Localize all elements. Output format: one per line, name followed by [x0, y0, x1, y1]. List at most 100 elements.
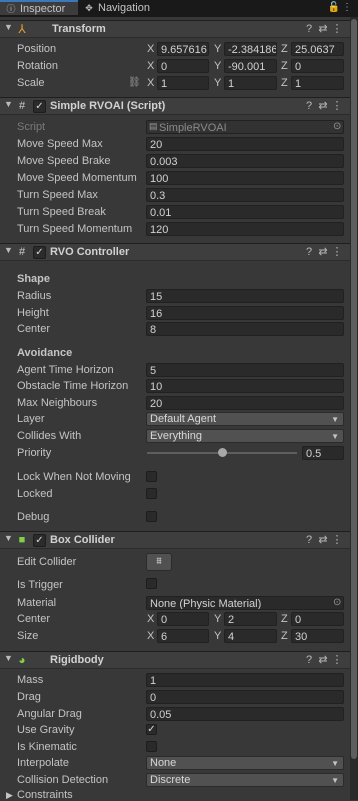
collider-center-z-field[interactable]: 0 [291, 612, 344, 626]
angular-drag-field[interactable]: 0.05 [146, 707, 344, 721]
object-picker-icon[interactable]: ⊙ [333, 121, 341, 132]
rotation-x-field[interactable]: 0 [157, 59, 209, 73]
transform-header[interactable]: ▼ ⅄ Transform ? ⇄ ⋮ [0, 20, 350, 38]
collider-size-x-field[interactable]: 6 [157, 629, 209, 643]
fold-arrow-icon[interactable]: ▼ [4, 22, 13, 32]
position-z-field[interactable]: 25.0637 [291, 42, 344, 56]
navigation-icon: ✥ [85, 3, 93, 13]
center-field[interactable]: 8 [146, 322, 344, 336]
mass-field[interactable]: 1 [146, 673, 344, 687]
turn-speed-momentum-field[interactable]: 120 [146, 222, 344, 236]
collider-center-y-field[interactable]: 2 [224, 612, 277, 626]
help-icon[interactable]: ? [302, 23, 316, 35]
material-field[interactable]: None (Physic Material) [146, 596, 344, 610]
collision-detection-label: Collision Detection [17, 774, 109, 786]
axis-x-label: X [147, 630, 155, 642]
priority-field[interactable]: 0.5 [302, 446, 344, 460]
lock-when-not-moving-checkbox[interactable] [146, 471, 157, 482]
turn-speed-max-field[interactable]: 0.3 [146, 188, 344, 202]
help-icon[interactable]: ? [302, 534, 316, 546]
collider-size-y-field[interactable]: 4 [224, 629, 277, 643]
lock-when-not-moving-label: Lock When Not Moving [17, 471, 131, 483]
drag-field[interactable]: 0 [146, 690, 344, 704]
layer-dropdown[interactable]: Default Agent ▼ [146, 412, 344, 426]
radius-field[interactable]: 15 [146, 289, 344, 303]
more-icon[interactable]: ⋮ [342, 2, 354, 13]
priority-slider-handle[interactable] [217, 448, 227, 457]
help-icon[interactable]: ? [302, 246, 316, 258]
position-x-field[interactable]: 9.657616 [157, 42, 209, 56]
agent-time-horizon-label: Agent Time Horizon [17, 364, 114, 376]
is-kinematic-checkbox[interactable] [146, 741, 157, 752]
max-neighbours-field[interactable]: 20 [146, 396, 344, 410]
scale-z-field[interactable]: 1 [291, 76, 344, 90]
obstacle-time-horizon-field[interactable]: 10 [146, 379, 344, 393]
axis-y-label: Y [214, 43, 222, 55]
rigidbody-header[interactable]: ▼ ◕ Rigidbody ? ⇄ ⋮ [0, 651, 350, 669]
turn-speed-break-field[interactable]: 0.01 [146, 205, 344, 219]
locked-checkbox[interactable] [146, 488, 157, 499]
more-icon[interactable]: ⋮ [330, 533, 344, 546]
preset-icon[interactable]: ⇄ [316, 99, 330, 112]
object-picker-icon[interactable]: ⊙ [333, 597, 341, 608]
collision-detection-dropdown[interactable]: Discrete ▼ [146, 773, 344, 787]
debug-checkbox[interactable] [146, 511, 157, 522]
more-icon[interactable]: ⋮ [330, 245, 344, 258]
scale-x-field[interactable]: 1 [157, 76, 209, 90]
turn-speed-break-label: Turn Speed Break [17, 206, 106, 218]
script-icon: # [18, 100, 26, 112]
more-icon[interactable]: ⋮ [330, 653, 344, 666]
obstacle-time-horizon-label: Obstacle Time Horizon [17, 380, 129, 392]
layer-label: Layer [17, 413, 45, 425]
tab-navigation[interactable]: ✥ Navigation [84, 0, 150, 17]
collider-size-z-field[interactable]: 30 [291, 629, 344, 643]
header-icons: ? ⇄ ⋮ [302, 99, 344, 112]
move-speed-max-field[interactable]: 20 [146, 137, 344, 151]
preset-icon[interactable]: ⇄ [316, 22, 330, 35]
lock-icon[interactable]: 🔓 [328, 2, 342, 13]
preset-icon[interactable]: ⇄ [316, 245, 330, 258]
scale-y-field[interactable]: 1 [224, 76, 277, 90]
height-field[interactable]: 16 [146, 306, 344, 320]
more-icon[interactable]: ⋮ [330, 99, 344, 112]
axis-y-label: Y [214, 630, 222, 642]
box-collider-header[interactable]: ▼ ■ ✓ Box Collider ? ⇄ ⋮ [0, 531, 350, 549]
is-trigger-checkbox[interactable] [146, 578, 157, 589]
help-icon[interactable]: ? [302, 654, 316, 666]
component-enabled-checkbox[interactable]: ✓ [33, 100, 46, 113]
scrollbar-thumb[interactable] [351, 19, 357, 759]
axis-x-label: X [147, 60, 155, 72]
tab-inspector[interactable]: ⓘ Inspector [0, 0, 78, 15]
agent-time-horizon-field[interactable]: 5 [146, 363, 344, 377]
link-icon[interactable]: ⛓ [128, 77, 141, 88]
fold-arrow-icon[interactable]: ▼ [4, 99, 13, 109]
fold-arrow-icon[interactable]: ▼ [4, 245, 13, 255]
edit-collider-button[interactable]: ⩩ [146, 553, 172, 571]
center-label: Center [17, 323, 51, 335]
help-icon[interactable]: ? [302, 100, 316, 112]
check-icon: ✓ [147, 724, 156, 735]
component-enabled-checkbox[interactable]: ✓ [33, 534, 46, 547]
rotation-z-field[interactable]: 0 [291, 59, 344, 73]
collider-size-label: Size [17, 630, 39, 642]
radius-label: Radius [17, 290, 52, 302]
fold-arrow-icon[interactable]: ▼ [4, 653, 13, 663]
component-enabled-checkbox[interactable]: ✓ [33, 246, 46, 259]
position-y-field[interactable]: -2.384186 [224, 42, 277, 56]
use-gravity-checkbox[interactable]: ✓ [146, 724, 157, 735]
interpolate-dropdown[interactable]: None ▼ [146, 756, 344, 770]
move-speed-momentum-field[interactable]: 100 [146, 171, 344, 185]
preset-icon[interactable]: ⇄ [316, 533, 330, 546]
rvo-controller-header[interactable]: ▼ # ✓ RVO Controller ? ⇄ ⋮ [0, 243, 350, 261]
collides-with-dropdown[interactable]: Everything ▼ [146, 429, 344, 443]
collider-center-x-field[interactable]: 0 [157, 612, 209, 626]
fold-arrow-icon[interactable]: ▼ [4, 533, 13, 543]
avoidance-section-heading: Avoidance [17, 347, 73, 359]
constraints-fold-icon[interactable]: ▶ [6, 790, 13, 801]
move-speed-brake-field[interactable]: 0.003 [146, 154, 344, 168]
rotation-y-field[interactable]: -90.001 [224, 59, 277, 73]
more-icon[interactable]: ⋮ [330, 22, 344, 35]
simple-rvoai-header[interactable]: ▼ # ✓ Simple RVOAI (Script) ? ⇄ ⋮ [0, 97, 350, 115]
constraints-label[interactable]: Constraints [17, 789, 73, 801]
preset-icon[interactable]: ⇄ [316, 653, 330, 666]
